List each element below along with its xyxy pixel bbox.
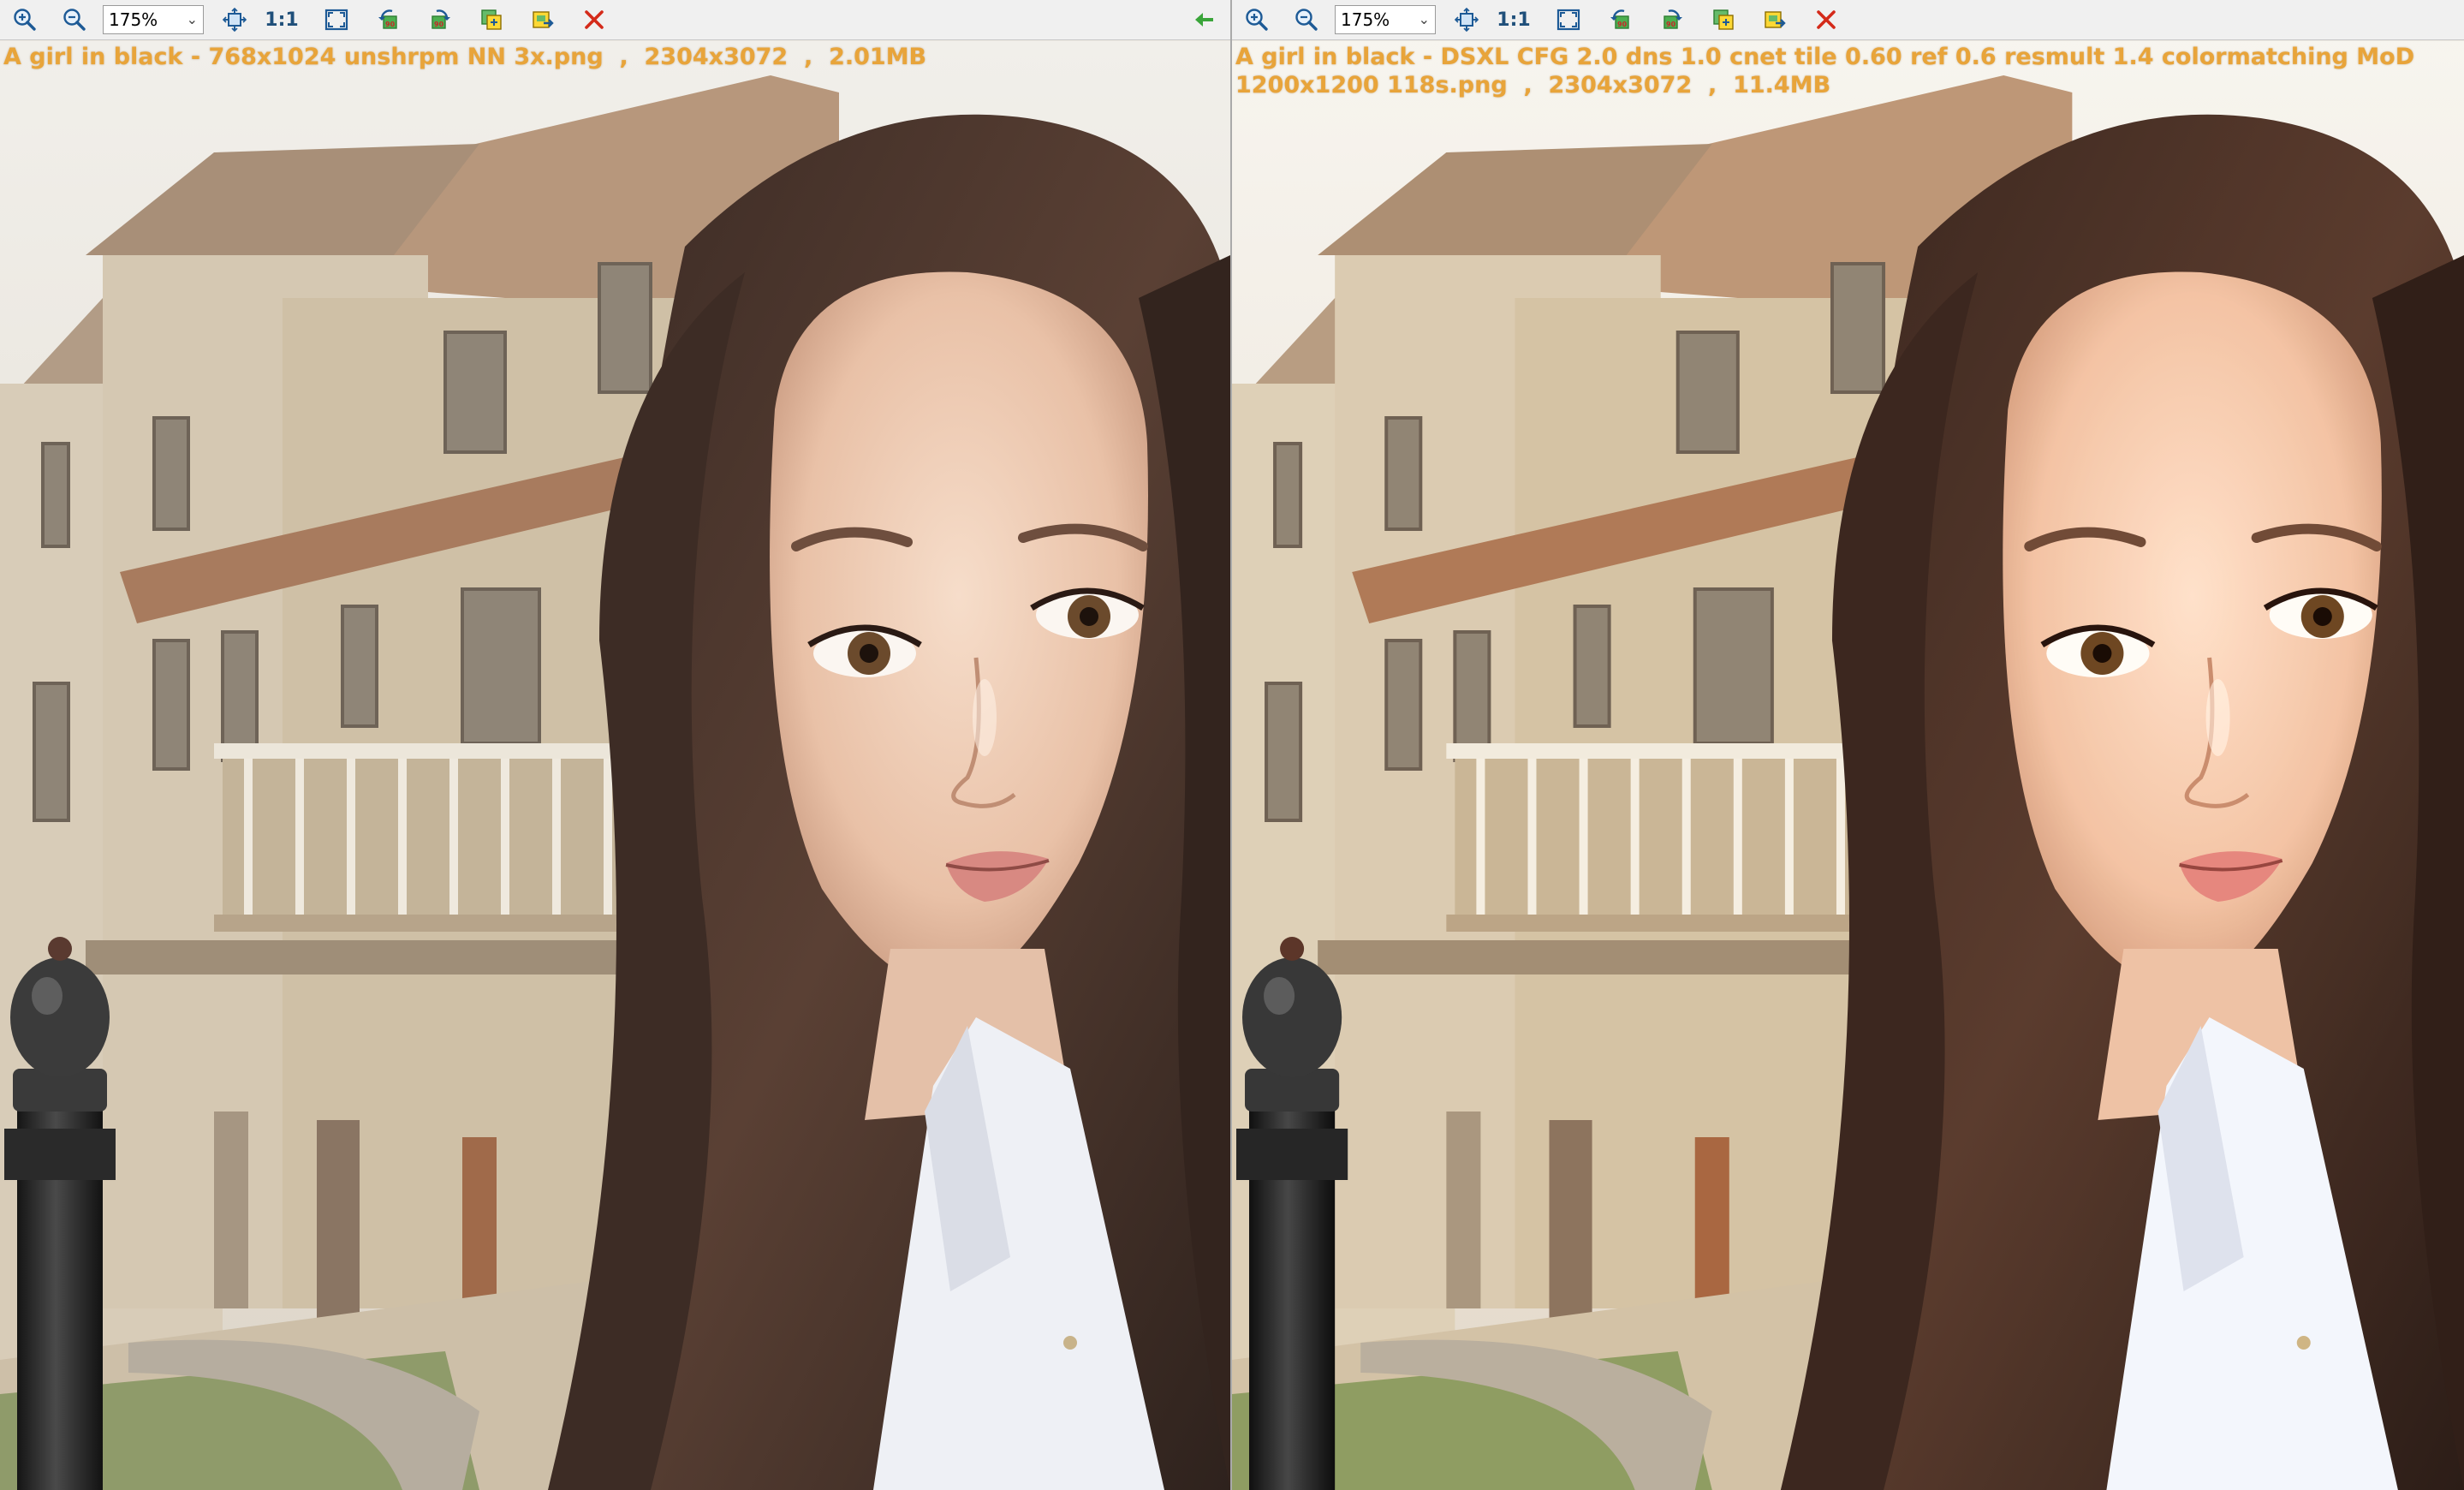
zoom-level-value: 175% [1341, 9, 1390, 30]
close-icon[interactable] [1812, 5, 1841, 34]
rotate-left-icon[interactable] [1606, 5, 1635, 34]
zoom-level-value: 175% [109, 9, 158, 30]
zoom-out-icon[interactable] [1292, 5, 1321, 34]
right-image-caption: A girl in black - DSXL CFG 2.0 dns 1.0 c… [1235, 44, 2423, 98]
actual-size-button[interactable]: 1:1 [265, 5, 298, 34]
fit-window-icon[interactable] [1452, 5, 1481, 34]
fit-window-icon[interactable] [220, 5, 249, 34]
actual-size-button[interactable]: 1:1 [1497, 5, 1530, 34]
left-image-caption: A girl in black - 768x1024 unshrpm NN 3x… [3, 44, 927, 70]
close-icon[interactable] [580, 5, 609, 34]
left-toolbar: 175% ⌄ 1:1 [0, 0, 1230, 40]
fullscreen-icon[interactable] [322, 5, 351, 34]
right-image-viewport[interactable] [1232, 41, 2464, 1490]
chevron-down-icon: ⌄ [186, 11, 198, 27]
left-image [0, 41, 1230, 1490]
zoom-level-select[interactable]: 175% ⌄ [103, 5, 204, 34]
save-image-icon[interactable] [528, 5, 557, 34]
chevron-down-icon: ⌄ [1418, 11, 1430, 27]
zoom-in-icon[interactable] [10, 5, 39, 34]
rotate-right-icon[interactable] [1658, 5, 1687, 34]
copy-image-icon[interactable] [477, 5, 506, 34]
back-arrow-icon[interactable] [1190, 5, 1219, 34]
left-image-viewport[interactable] [0, 41, 1230, 1490]
right-image [1232, 41, 2464, 1490]
zoom-level-select[interactable]: 175% ⌄ [1335, 5, 1436, 34]
right-toolbar: 175% ⌄ 1:1 [1232, 0, 2464, 40]
rotate-right-icon[interactable] [426, 5, 455, 34]
copy-image-icon[interactable] [1709, 5, 1738, 34]
rotate-left-icon[interactable] [374, 5, 403, 34]
zoom-in-icon[interactable] [1242, 5, 1271, 34]
zoom-out-icon[interactable] [60, 5, 89, 34]
save-image-icon[interactable] [1760, 5, 1789, 34]
left-image-pane: 175% ⌄ 1:1 A girl in black - 768x1024 un… [0, 0, 1230, 1490]
fullscreen-icon[interactable] [1554, 5, 1583, 34]
right-image-pane: 175% ⌄ 1:1 A girl in black - DSXL CFG 2.… [1232, 0, 2464, 1490]
